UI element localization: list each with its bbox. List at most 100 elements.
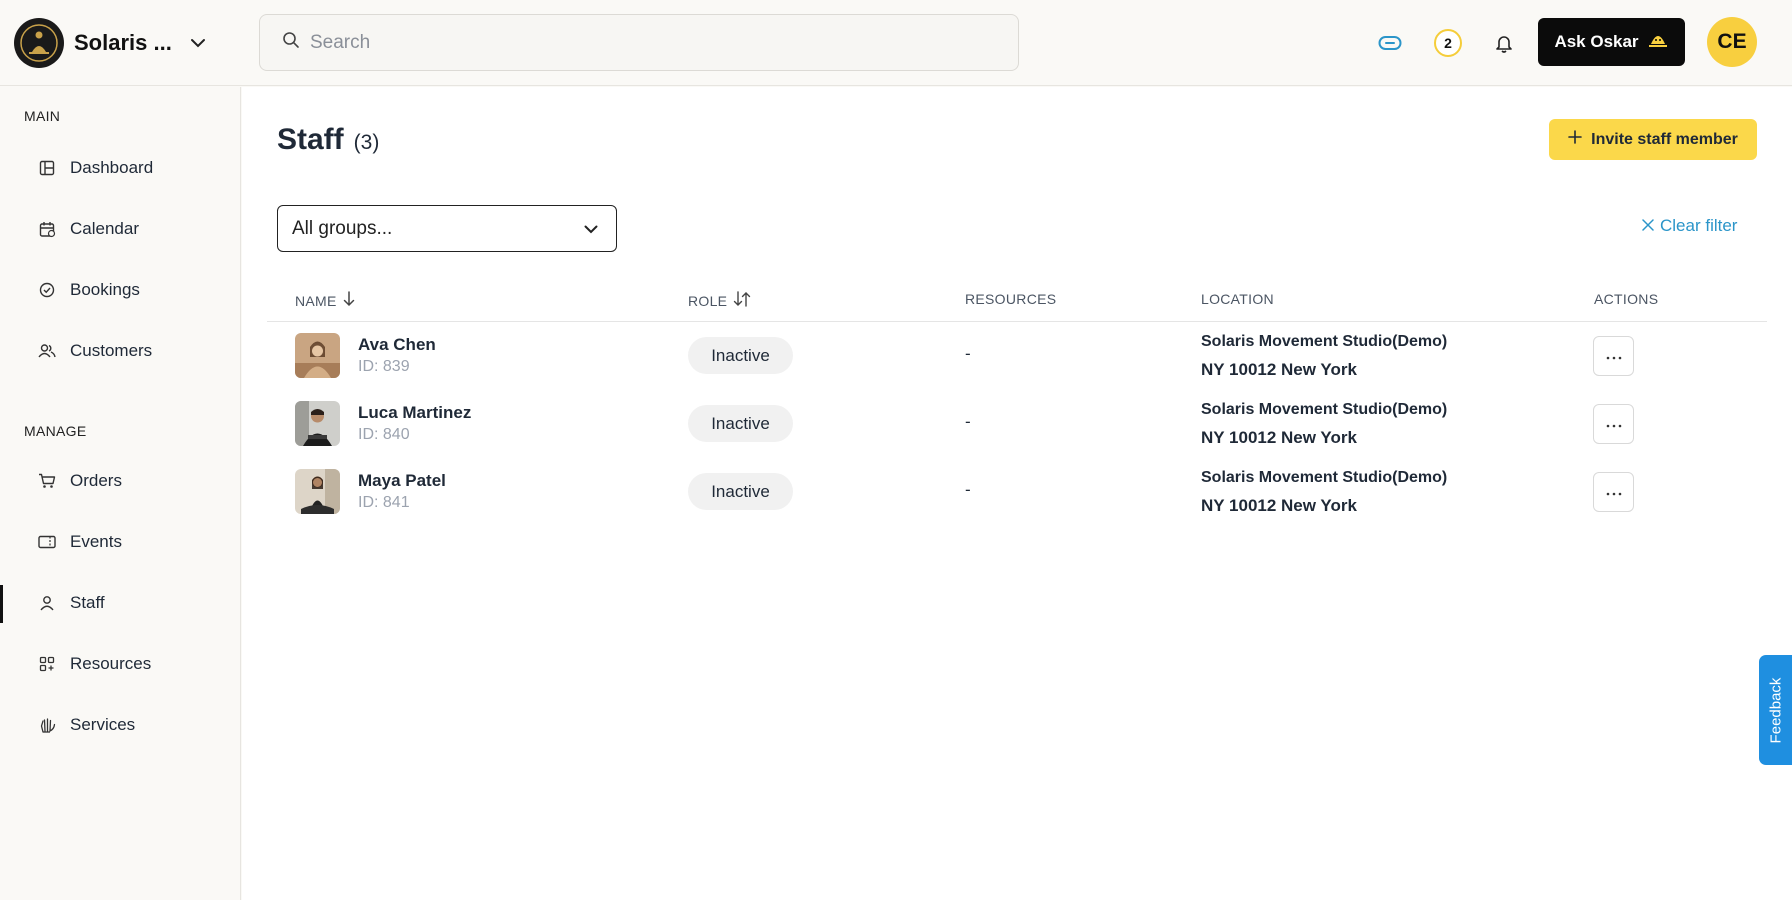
location-address: NY 10012 New York bbox=[1201, 496, 1357, 515]
sidebar-item-dashboard[interactable]: Dashboard bbox=[0, 146, 240, 190]
resources-icon bbox=[38, 655, 56, 673]
user-icon bbox=[38, 594, 56, 612]
sidebar-item-calendar[interactable]: Calendar bbox=[0, 207, 240, 251]
sidebar-item-label: Services bbox=[70, 715, 136, 734]
search-icon bbox=[282, 31, 300, 54]
sidebar: MAIN Dashboard Calendar Bookings Custome… bbox=[0, 87, 241, 900]
staff-photo bbox=[295, 333, 340, 378]
top-bar: Solaris ... 2 Ask Oskar CE bbox=[0, 0, 1792, 86]
link-icon[interactable] bbox=[1374, 27, 1406, 59]
staff-id: ID: 839 bbox=[358, 358, 410, 375]
sidebar-item-label: Bookings bbox=[70, 280, 140, 299]
column-header-role[interactable]: ROLE bbox=[688, 291, 751, 310]
staff-id: ID: 840 bbox=[358, 426, 410, 443]
location-address: NY 10012 New York bbox=[1201, 360, 1357, 379]
sidebar-item-resources[interactable]: Resources bbox=[0, 642, 240, 686]
page-title: Staff (3) bbox=[277, 123, 379, 157]
bookings-icon bbox=[38, 281, 56, 299]
resources-value: - bbox=[965, 344, 971, 363]
more-horizontal-icon bbox=[1606, 347, 1622, 365]
column-header-actions: ACTIONS bbox=[1594, 291, 1658, 307]
column-header-location: LOCATION bbox=[1201, 291, 1274, 307]
dashboard-icon bbox=[38, 159, 56, 177]
customers-icon bbox=[38, 342, 56, 360]
staff-name[interactable]: Maya Patel bbox=[358, 471, 446, 491]
invite-staff-button[interactable]: Invite staff member bbox=[1549, 119, 1757, 160]
location-name: Solaris Movement Studio(Demo) bbox=[1201, 401, 1448, 418]
staff-photo bbox=[295, 401, 340, 446]
bell-icon[interactable] bbox=[1488, 27, 1520, 59]
column-header-label: LOCATION bbox=[1201, 291, 1274, 307]
services-icon bbox=[38, 716, 56, 734]
column-header-label: NAME bbox=[295, 292, 337, 309]
sidebar-item-label: Resources bbox=[70, 654, 152, 673]
resources-value: - bbox=[965, 480, 971, 499]
more-horizontal-icon bbox=[1606, 415, 1622, 433]
sidebar-item-services[interactable]: Services bbox=[0, 703, 240, 747]
location-name: Solaris Movement Studio(Demo) bbox=[1201, 333, 1448, 350]
chevron-down-icon bbox=[190, 38, 206, 48]
ask-oskar-label: Ask Oskar bbox=[1554, 32, 1639, 51]
sidebar-item-customers[interactable]: Customers bbox=[0, 329, 240, 373]
table-header: NAME ROLE RESOURCES LOCATION ACTIONS bbox=[267, 279, 1767, 322]
sidebar-item-label: Calendar bbox=[70, 219, 139, 238]
ask-oskar-button[interactable]: Ask Oskar bbox=[1538, 18, 1685, 66]
sidebar-item-bookings[interactable]: Bookings bbox=[0, 268, 240, 312]
row-actions-button[interactable] bbox=[1593, 472, 1634, 512]
sort-both-icon bbox=[733, 291, 751, 310]
sidebar-item-label: Dashboard bbox=[70, 158, 154, 177]
column-header-label: ACTIONS bbox=[1594, 291, 1659, 307]
sidebar-item-staff[interactable]: Staff bbox=[0, 581, 240, 625]
column-header-label: RESOURCES bbox=[965, 291, 1057, 307]
calendar-icon bbox=[38, 220, 56, 238]
page-title-text: Staff bbox=[277, 123, 344, 156]
section-title-manage: MANAGE bbox=[24, 423, 87, 439]
more-horizontal-icon bbox=[1606, 483, 1622, 501]
staff-id: ID: 841 bbox=[358, 494, 410, 511]
org-switcher[interactable]: Solaris ... bbox=[14, 17, 206, 69]
location-address: NY 10012 New York bbox=[1201, 428, 1357, 447]
close-icon bbox=[1642, 216, 1654, 236]
staff-name[interactable]: Ava Chen bbox=[358, 335, 436, 355]
column-header-resources: RESOURCES bbox=[965, 291, 1056, 307]
group-select[interactable]: All groups... bbox=[277, 205, 617, 252]
column-header-label: ROLE bbox=[688, 292, 728, 309]
plus-icon bbox=[1568, 130, 1582, 149]
invite-staff-label: Invite staff member bbox=[1591, 130, 1738, 148]
sidebar-item-events[interactable]: Events bbox=[0, 520, 240, 564]
role-badge: Inactive bbox=[688, 473, 793, 510]
staff-name[interactable]: Luca Martinez bbox=[358, 403, 471, 423]
row-actions-button[interactable] bbox=[1593, 336, 1634, 376]
staff-photo bbox=[295, 469, 340, 514]
table-row[interactable]: Maya Patel ID: 841 Inactive - Solaris Mo… bbox=[267, 458, 1767, 526]
staff-count: (3) bbox=[353, 131, 380, 154]
sidebar-item-label: Orders bbox=[70, 471, 122, 490]
row-actions-button[interactable] bbox=[1593, 404, 1634, 444]
clear-filter-link[interactable]: Clear filter bbox=[1642, 216, 1737, 236]
group-select-value: All groups... bbox=[292, 217, 393, 239]
sidebar-item-label: Staff bbox=[70, 593, 105, 612]
cart-icon bbox=[38, 472, 56, 490]
sort-down-icon bbox=[343, 291, 355, 310]
table-row[interactable]: Ava Chen ID: 839 Inactive - Solaris Move… bbox=[267, 322, 1767, 390]
org-logo bbox=[14, 18, 64, 68]
section-title-main: MAIN bbox=[24, 108, 61, 124]
location-name: Solaris Movement Studio(Demo) bbox=[1201, 469, 1448, 486]
oskar-icon bbox=[1647, 30, 1669, 55]
sidebar-item-orders[interactable]: Orders bbox=[0, 459, 240, 503]
user-avatar[interactable]: CE bbox=[1707, 17, 1757, 67]
ticket-icon bbox=[38, 533, 56, 551]
chevron-down-icon bbox=[584, 218, 598, 240]
org-name: Solaris ... bbox=[74, 30, 172, 55]
count-badge: 2 bbox=[1434, 29, 1462, 57]
search-bar bbox=[259, 14, 1019, 71]
sidebar-item-label: Customers bbox=[70, 341, 153, 360]
search-input[interactable] bbox=[310, 31, 950, 54]
sidebar-item-label: Events bbox=[70, 532, 122, 551]
column-header-name[interactable]: NAME bbox=[295, 291, 355, 310]
table-row[interactable]: Luca Martinez ID: 840 Inactive - Solaris… bbox=[267, 390, 1767, 458]
clear-filter-label: Clear filter bbox=[1660, 216, 1738, 235]
role-badge: Inactive bbox=[688, 405, 793, 442]
feedback-tab[interactable]: Feedback bbox=[1759, 655, 1792, 765]
notification-count-badge[interactable]: 2 bbox=[1432, 27, 1464, 59]
